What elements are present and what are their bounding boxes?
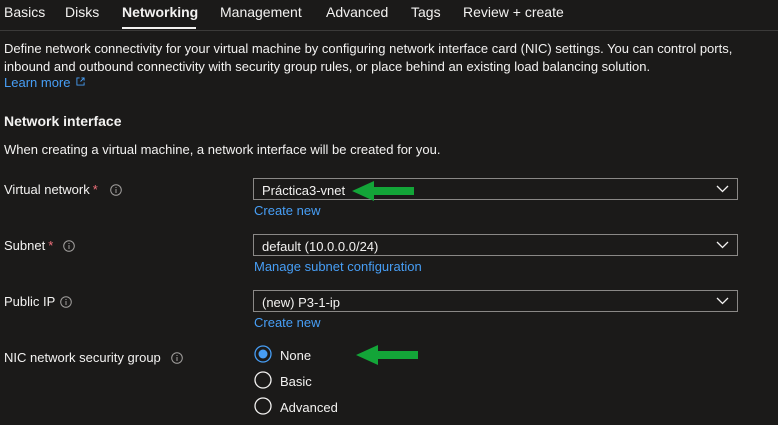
- subnet-value: default (10.0.0.0/24): [262, 239, 379, 254]
- subnet-select[interactable]: default (10.0.0.0/24): [253, 234, 738, 256]
- info-icon[interactable]: [63, 240, 75, 252]
- required-mark: *: [48, 238, 54, 253]
- nic-nsg-label: NIC network security group: [4, 350, 161, 365]
- info-icon[interactable]: [60, 296, 72, 308]
- nsg-radio-advanced[interactable]: [254, 397, 272, 415]
- info-icon[interactable]: [110, 184, 122, 196]
- nsg-option-none-label[interactable]: None: [280, 348, 311, 363]
- public-ip-label: Public IP: [4, 294, 56, 309]
- tab-disks[interactable]: Disks: [65, 4, 99, 20]
- manage-subnet-link[interactable]: Manage subnet configuration: [254, 259, 422, 274]
- virtual-network-value: Práctica3-vnet: [262, 183, 346, 198]
- tab-basics[interactable]: Basics: [4, 4, 45, 20]
- section-description: When creating a virtual machine, a netwo…: [4, 142, 441, 157]
- nsg-radio-none[interactable]: [254, 345, 272, 363]
- tab-advanced[interactable]: Advanced: [326, 4, 388, 20]
- virtual-network-select[interactable]: Práctica3-vnet: [253, 178, 738, 200]
- create-new-public-ip-link[interactable]: Create new: [254, 315, 320, 330]
- green-arrow-annotation: [352, 181, 414, 201]
- chevron-down-icon: [716, 185, 729, 193]
- subnet-label: Subnet *: [4, 238, 54, 253]
- nsg-option-advanced-label[interactable]: Advanced: [280, 400, 338, 415]
- section-title-network-interface: Network interface: [4, 113, 122, 129]
- chevron-down-icon: [716, 297, 729, 305]
- networking-description: Define network connectivity for your vir…: [4, 41, 733, 74]
- public-ip-select[interactable]: (new) P3-1-ip: [253, 290, 738, 312]
- create-new-vnet-link[interactable]: Create new: [254, 203, 320, 218]
- required-mark: *: [92, 182, 98, 197]
- info-icon[interactable]: [171, 352, 183, 364]
- tab-networking[interactable]: Networking: [122, 4, 198, 20]
- virtual-network-label: Virtual network *: [4, 182, 98, 197]
- green-arrow-annotation: [356, 345, 418, 365]
- chevron-down-icon: [716, 241, 729, 249]
- nsg-radio-basic[interactable]: [254, 371, 272, 389]
- active-tab-indicator: [122, 27, 196, 29]
- external-link-icon: [76, 77, 85, 86]
- tab-tags[interactable]: Tags: [411, 4, 441, 20]
- tab-management[interactable]: Management: [220, 4, 302, 20]
- nsg-option-basic-label[interactable]: Basic: [280, 374, 312, 389]
- public-ip-value: (new) P3-1-ip: [262, 295, 341, 310]
- tab-review-create[interactable]: Review + create: [463, 4, 564, 20]
- learn-more-link[interactable]: Learn more: [4, 75, 70, 90]
- wizard-tabs: Basics Disks Networking Management Advan…: [0, 0, 778, 31]
